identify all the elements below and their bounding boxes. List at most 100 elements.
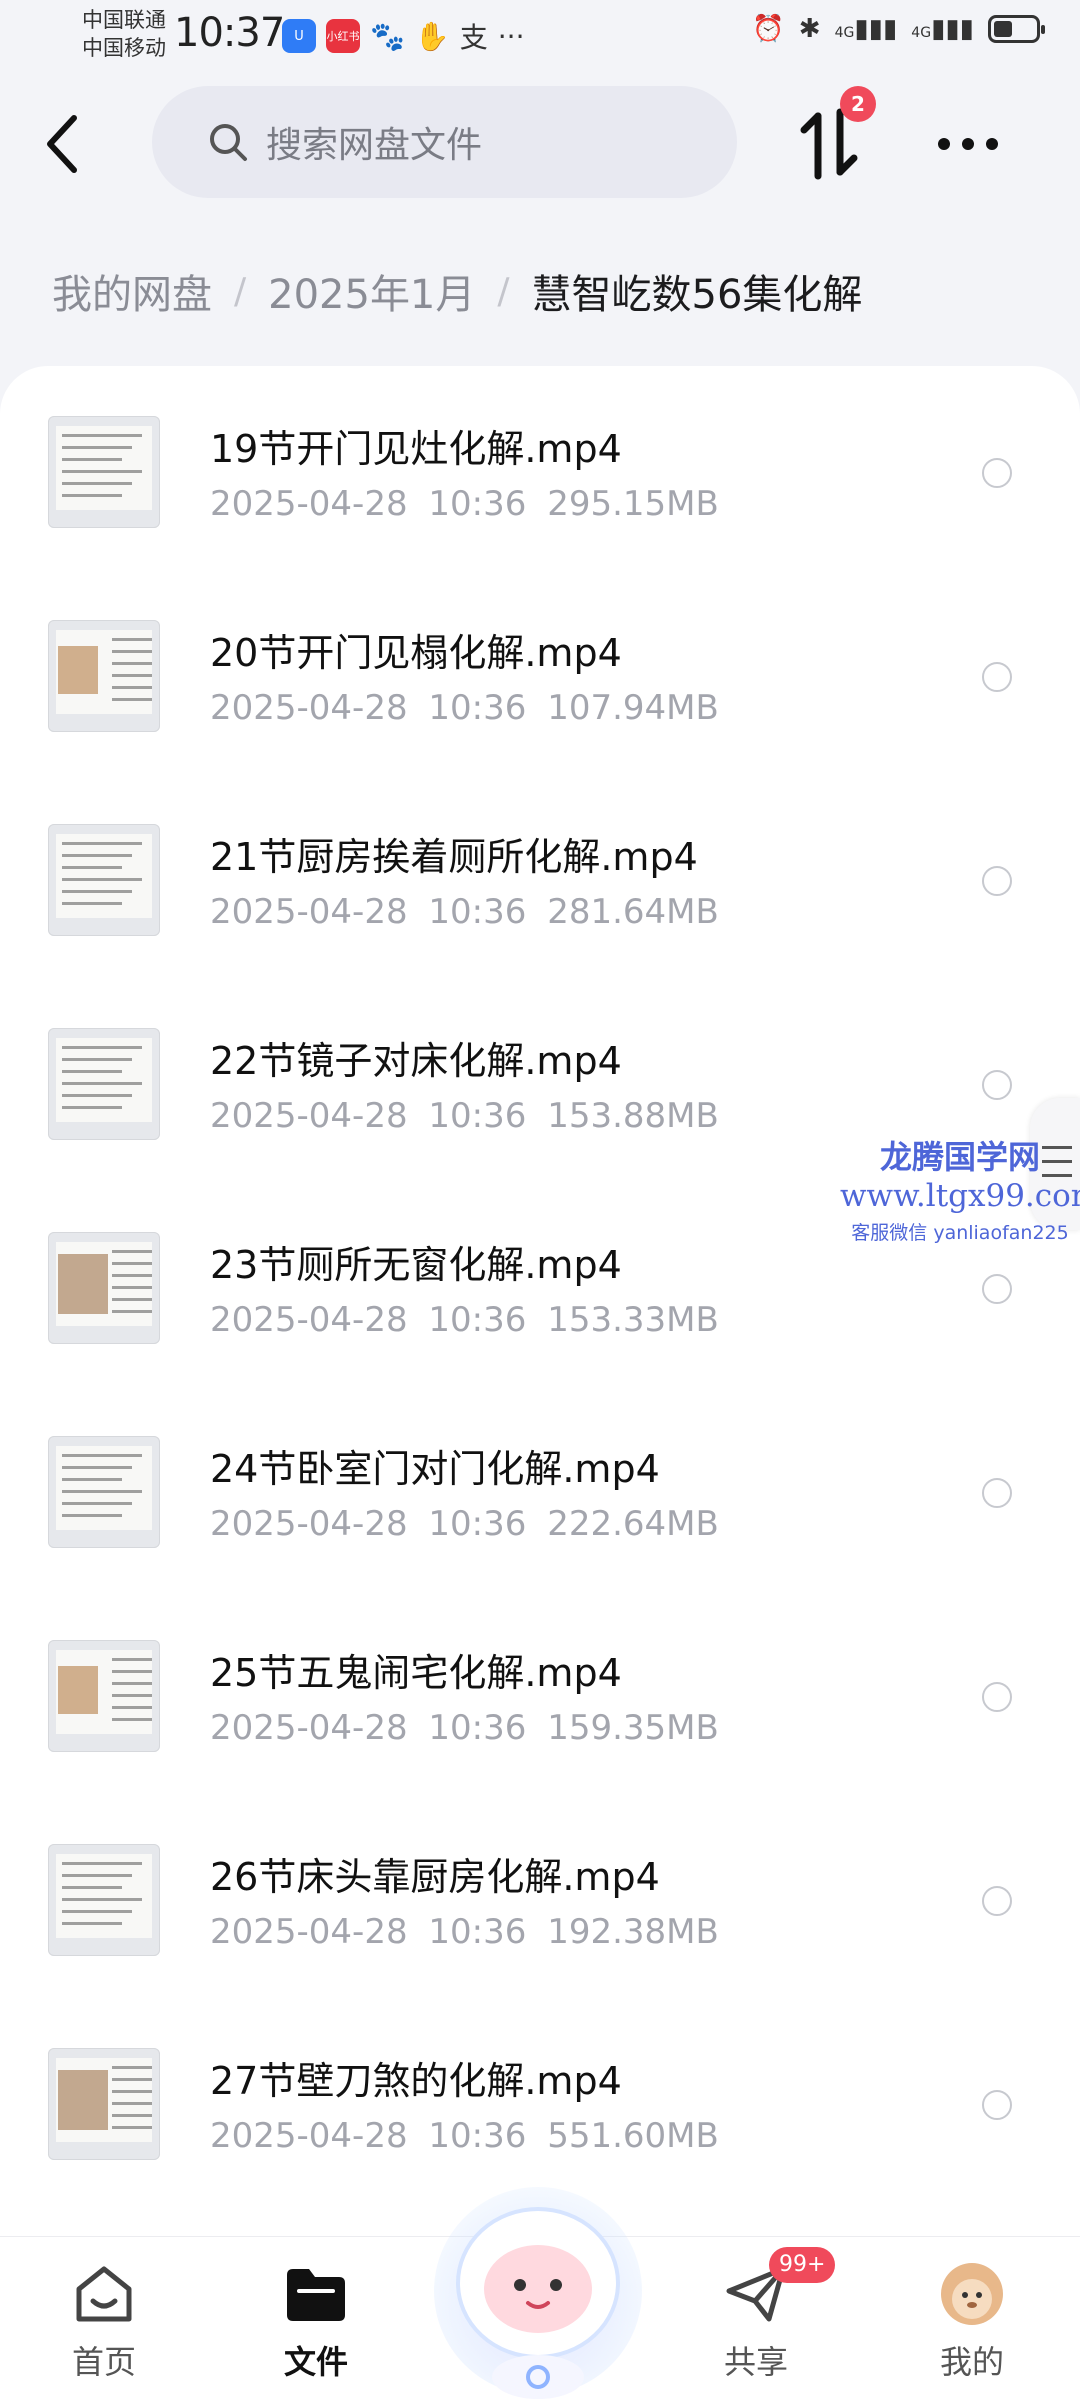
file-row[interactable]: 24节卧室门对门化解.mp4 2025-04-28 10:36 222.64MB xyxy=(0,1386,1080,1590)
carrier-labels: 中国联通 中国移动 xyxy=(82,6,166,62)
video-thumbnail xyxy=(48,1028,160,1140)
file-size: 222.64MB xyxy=(547,1504,719,1544)
file-row[interactable]: 19节开门见灶化解.mp4 2025-04-28 10:36 295.15MB xyxy=(0,366,1080,570)
home-icon xyxy=(71,2261,137,2327)
select-checkbox[interactable] xyxy=(982,1070,1012,1100)
file-time: 10:36 xyxy=(428,1708,527,1748)
file-date: 2025-04-28 xyxy=(210,1708,408,1748)
xiaohongshu-icon: 小红书 xyxy=(326,19,360,53)
file-date: 2025-04-28 xyxy=(210,2116,408,2156)
file-meta: 2025-04-28 10:36 281.64MB xyxy=(210,892,719,932)
breadcrumb-current: 慧智屹数56集化解 xyxy=(531,272,863,318)
watermark-contact: 客服微信 yanliaofan225 xyxy=(851,1222,1069,1244)
video-thumbnail xyxy=(48,416,160,528)
file-row[interactable]: 26节床头靠厨房化解.mp4 2025-04-28 10:36 192.38MB xyxy=(0,1794,1080,1998)
breadcrumb-separator: / xyxy=(234,270,247,312)
video-thumbnail xyxy=(48,1232,160,1344)
file-name: 25节五鬼闹宅化解.mp4 xyxy=(210,1651,622,1695)
assistant-mascot-icon[interactable] xyxy=(428,2171,648,2401)
select-checkbox[interactable] xyxy=(982,1886,1012,1916)
file-list: 19节开门见灶化解.mp4 2025-04-28 10:36 295.15MB 20… xyxy=(0,366,1080,2236)
video-thumbnail xyxy=(48,824,160,936)
baidu-icon: 🐾 xyxy=(370,19,405,53)
file-date: 2025-04-28 xyxy=(210,1912,408,1952)
video-thumbnail xyxy=(48,620,160,732)
battery-icon xyxy=(988,15,1045,43)
search-input[interactable]: 搜索网盘文件 xyxy=(152,86,737,198)
file-date: 2025-04-28 xyxy=(210,892,408,932)
file-time: 10:36 xyxy=(428,484,527,524)
file-date: 2025-04-28 xyxy=(210,688,408,728)
breadcrumb-root[interactable]: 我的网盘 xyxy=(52,262,212,320)
share-count-badge: 99+ xyxy=(769,2247,836,2283)
tab-home[interactable]: 首页 xyxy=(24,2261,184,2383)
select-checkbox[interactable] xyxy=(982,1274,1012,1304)
video-thumbnail xyxy=(48,2048,160,2160)
tab-mine[interactable]: 我的 xyxy=(892,2261,1052,2383)
watermark: 龙腾国学网 www.ltgx99.com 客服微信 yanliaofan225 xyxy=(840,1132,1080,1245)
breadcrumb: 我的网盘 / 2025年1月 / 慧智屹数56集化解 xyxy=(52,262,862,320)
file-time: 10:36 xyxy=(428,1504,527,1544)
app-u-icon: U xyxy=(282,19,316,53)
file-meta: 2025-04-28 10:36 153.33MB xyxy=(210,1300,719,1340)
bluetooth-icon: ✱ xyxy=(798,14,821,44)
file-time: 10:36 xyxy=(428,1096,527,1136)
file-name: 27节壁刀煞的化解.mp4 xyxy=(210,2059,622,2103)
carrier-2: 中国移动 xyxy=(82,36,166,60)
file-row[interactable]: 21节厨房挨着厕所化解.mp4 2025-04-28 10:36 281.64MB xyxy=(0,774,1080,978)
file-name: 20节开门见榻化解.mp4 xyxy=(210,631,622,675)
select-checkbox[interactable] xyxy=(982,866,1012,896)
back-arrow-icon[interactable] xyxy=(44,112,84,176)
select-checkbox[interactable] xyxy=(982,662,1012,692)
file-name: 24节卧室门对门化解.mp4 xyxy=(210,1447,660,1491)
alarm-icon: ⏰ xyxy=(752,14,785,44)
file-name: 26节床头靠厨房化解.mp4 xyxy=(210,1855,660,1899)
file-name: 19节开门见灶化解.mp4 xyxy=(210,427,622,471)
file-time: 10:36 xyxy=(428,2116,527,2156)
video-thumbnail xyxy=(48,1640,160,1752)
transfer-count-badge: 2 xyxy=(840,86,876,122)
select-checkbox[interactable] xyxy=(982,2090,1012,2120)
file-meta: 2025-04-28 10:36 107.94MB xyxy=(210,688,719,728)
file-size: 281.64MB xyxy=(547,892,719,932)
hand-icon: ✋ xyxy=(414,19,450,53)
tab-share[interactable]: 99+ 共享 xyxy=(676,2247,836,2383)
tab-share-label: 共享 xyxy=(723,2343,788,2381)
video-thumbnail xyxy=(48,1844,160,1956)
file-time: 10:36 xyxy=(428,892,527,932)
file-date: 2025-04-28 xyxy=(210,484,408,524)
file-time: 10:36 xyxy=(428,1300,527,1340)
tab-mine-label: 我的 xyxy=(939,2343,1004,2381)
file-date: 2025-04-28 xyxy=(210,1096,408,1136)
file-size: 153.88MB xyxy=(547,1096,719,1136)
video-thumbnail xyxy=(48,1436,160,1548)
breadcrumb-separator: / xyxy=(497,270,510,312)
tab-files-label: 文件 xyxy=(283,2343,348,2381)
file-time: 10:36 xyxy=(428,688,527,728)
file-meta: 2025-04-28 10:36 153.88MB xyxy=(210,1096,719,1136)
tab-files[interactable]: 文件 xyxy=(236,2261,396,2383)
clock: 10:37 xyxy=(174,10,285,56)
signal-2-icon: 4G▮▮▮ xyxy=(911,14,974,44)
file-row[interactable]: 25节五鬼闹宅化解.mp4 2025-04-28 10:36 159.35MB xyxy=(0,1590,1080,1794)
file-name: 22节镜子对床化解.mp4 xyxy=(210,1039,622,1083)
file-time: 10:36 xyxy=(428,1912,527,1952)
more-options-icon[interactable] xyxy=(936,134,1000,154)
alipay-icon: 支 xyxy=(459,21,488,54)
system-icons: ⏰ ✱ 4G▮▮▮ 4G▮▮▮ xyxy=(752,14,1045,44)
tab-home-label: 首页 xyxy=(71,2343,136,2381)
file-name: 23节厕所无窗化解.mp4 xyxy=(210,1243,622,1287)
breadcrumb-folder[interactable]: 2025年1月 xyxy=(268,262,475,320)
file-size: 153.33MB xyxy=(547,1300,719,1340)
bottom-tab-bar: 首页 文件 99+ 共享 我的 xyxy=(0,2187,1080,2401)
select-checkbox[interactable] xyxy=(982,458,1012,488)
folder-icon xyxy=(283,2261,349,2327)
file-size: 295.15MB xyxy=(547,484,719,524)
select-checkbox[interactable] xyxy=(982,1682,1012,1712)
file-row[interactable]: 20节开门见榻化解.mp4 2025-04-28 10:36 107.94MB xyxy=(0,570,1080,774)
file-meta: 2025-04-28 10:36 192.38MB xyxy=(210,1912,719,1952)
file-meta: 2025-04-28 10:36 159.35MB xyxy=(210,1708,719,1748)
select-checkbox[interactable] xyxy=(982,1478,1012,1508)
signal-1-icon: 4G▮▮▮ xyxy=(834,14,898,44)
watermark-url: www.ltgx99.com xyxy=(840,1178,1080,1214)
